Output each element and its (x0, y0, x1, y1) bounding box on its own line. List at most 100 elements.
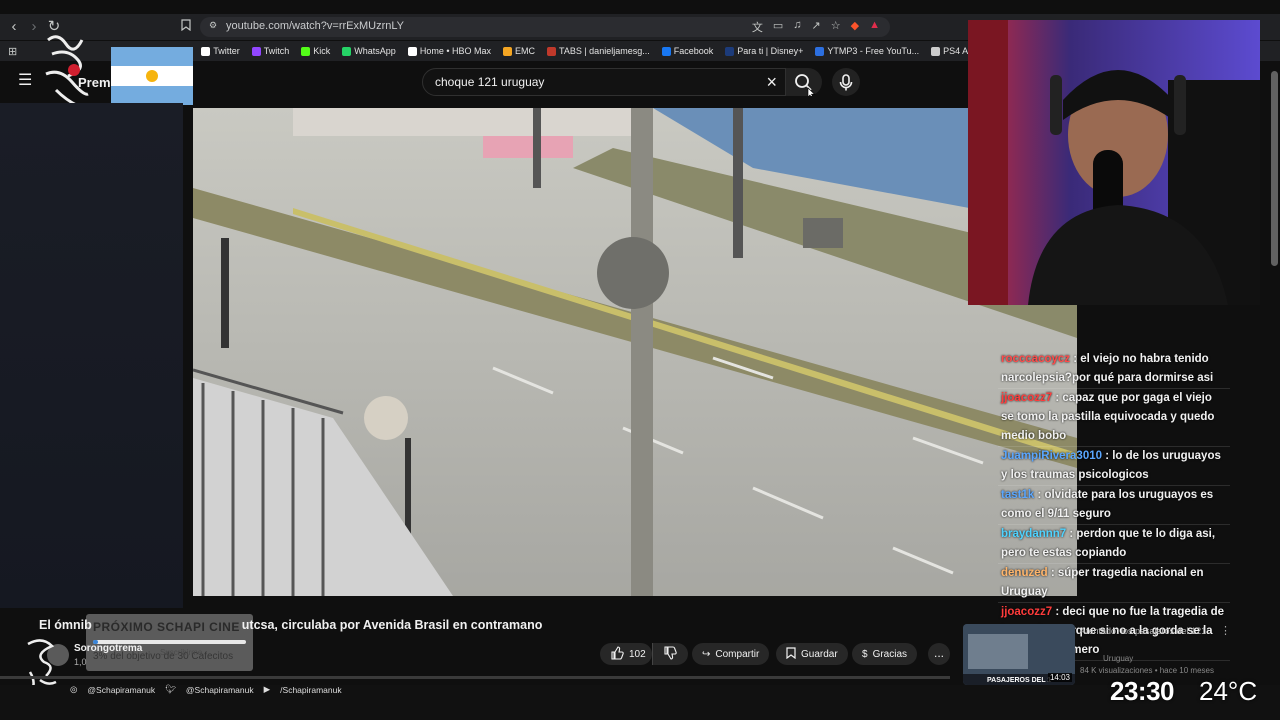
search-button[interactable] (786, 68, 822, 100)
clock: 23:30 (1110, 676, 1175, 706)
bookmark-label: Para ti | Disney+ (737, 46, 804, 56)
video-title: El ómnib utcsa, circulaba por Avenida Bra… (39, 618, 542, 632)
like-count: 102 (629, 648, 646, 660)
chat-message: braydannn7 : perdon que te lo diga asi, … (998, 525, 1230, 564)
chat-username: rocccacoycz (1001, 353, 1071, 365)
search-icon (795, 74, 816, 100)
temperature: 24°C (1199, 676, 1258, 706)
bookmark-item[interactable]: Twitter (201, 46, 240, 56)
instagram-icon: ◎ (70, 684, 78, 694)
recommended-thumbnail[interactable]: PASAJEROS DEL 1 14:03 (963, 624, 1075, 685)
cast-icon[interactable]: ▭ (773, 19, 783, 35)
search-query: choque 121 uruguay (435, 75, 545, 89)
share-icon[interactable]: ↗ (812, 19, 821, 35)
voice-search-button[interactable] (832, 68, 860, 96)
site-info-icon[interactable]: ⚙ (209, 20, 217, 31)
share-label: Compartir (715, 648, 760, 660)
url-text: youtube.com/watch?v=rrExMUzrnLY (226, 20, 405, 32)
page-scrollbar[interactable] (1269, 61, 1280, 685)
dislike-button[interactable] (652, 643, 688, 665)
video-title-end: utcsa, circulaba por Avenida Brasil en c… (241, 618, 543, 632)
thanks-label: Gracias (872, 648, 908, 660)
thumbs-down-icon (663, 645, 677, 663)
video-progress-track[interactable] (0, 676, 950, 679)
bookmark-label: Twitter (213, 46, 240, 56)
bookmark-favicon-icon (725, 46, 735, 56)
bookmark-favicon-icon (503, 46, 512, 56)
back-icon[interactable]: ‹ (4, 17, 24, 37)
bookmark-label: Facebook (673, 46, 714, 56)
bookmark-favicon-icon (201, 46, 211, 56)
bookmark-favicon-icon (931, 46, 941, 56)
like-button[interactable]: 102 (600, 643, 652, 665)
scrollbar-thumb[interactable] (1271, 71, 1278, 266)
chat-username: denuzed (1001, 567, 1048, 579)
chat-username: JuampiRivera3010 (1001, 450, 1103, 462)
bookmark-item[interactable]: Facebook (661, 46, 714, 56)
chat-username: braydannn7 (1001, 528, 1067, 540)
save-button[interactable]: Guardar (776, 643, 848, 665)
youtube-icon: ▶ (263, 684, 271, 694)
bookmark-favicon-icon (547, 46, 556, 56)
bookmark-label: Twitch (263, 46, 290, 56)
share-arrow-icon: ↪ (702, 648, 711, 660)
recommended-menu-icon[interactable]: ⋮ (1220, 624, 1231, 637)
thanks-icon: $ (862, 648, 868, 660)
apps-icon[interactable]: ⊞ (8, 45, 17, 58)
clear-search-icon[interactable]: × (766, 72, 777, 93)
more-actions-button[interactable]: ... (928, 643, 950, 665)
youtube-handle: /Schapiramanuk (280, 684, 342, 695)
menu-icon[interactable]: ☰ (18, 72, 36, 90)
chat-message: denuzed : súper tragedia nacional en Uru… (998, 564, 1230, 603)
bookmark-favicon-icon (251, 46, 261, 56)
social-handles: ◎ @Schapiramanuk 🐦︎ @Schapiramanuk ▶ /Sc… (70, 684, 342, 695)
bookmark-label: EMC (515, 46, 535, 56)
video-player[interactable] (193, 108, 1077, 596)
bookmark-label: Home • HBO Max (419, 46, 491, 56)
save-bookmark-icon (786, 646, 796, 662)
bookmark-item[interactable]: WhatsApp (342, 46, 396, 56)
rewards-icon[interactable]: ▲ (869, 19, 880, 35)
recommended-title[interactable]: Atentado: los pasajeros del 121 (1080, 626, 1220, 637)
thumbs-up-icon (610, 645, 624, 663)
left-dark-panel (0, 103, 183, 608)
channel-name[interactable]: Sorongotrema (74, 643, 142, 654)
bookmark-item[interactable]: Twitch (251, 46, 290, 56)
twitter-icon: 🐦︎ (165, 684, 176, 694)
save-label: Guardar (801, 648, 838, 660)
bookmark-label: YTMP3 - Free YouTu... (827, 46, 920, 56)
chat-message: tast1k : olvidate para los uruguayos es … (998, 486, 1230, 525)
bookmark-favicon-icon (815, 46, 825, 56)
search-input[interactable]: choque 121 uruguay × (422, 68, 786, 96)
media-icon[interactable]: ♫ (793, 19, 801, 35)
bookmark-item[interactable]: Kick (301, 46, 330, 56)
star-icon[interactable]: ☆ (831, 19, 841, 35)
streamer-webcam (968, 20, 1260, 305)
recommended-channel[interactable]: Uruguay (1103, 654, 1133, 663)
channel-subscribers: 1,0 (74, 657, 87, 667)
thumb-caption: PASAJEROS DEL 1 (987, 677, 1052, 684)
instagram-handle: @Schapiramanuk (87, 684, 156, 695)
brave-shield-icon[interactable]: ◆ (851, 19, 859, 35)
bookmark-favicon-icon (407, 46, 417, 56)
bookmark-favicon-icon (661, 46, 671, 56)
bookmark-item[interactable]: EMC (503, 46, 535, 56)
chat-message: jjoacozz7 : capaz que por gaga el viejo … (998, 389, 1230, 447)
address-bar[interactable]: ⚙ youtube.com/watch?v=rrExMUzrnLY 文 ▭ ♫ … (200, 17, 890, 37)
share-button[interactable]: ↪ Compartir (692, 643, 770, 665)
bookmark-icon[interactable] (176, 17, 196, 37)
bookmark-item[interactable]: TABS | danieljamesg... (547, 46, 650, 56)
video-title-start: El ómnib (39, 618, 92, 632)
chat-username: jjoacozz7 (1001, 392, 1053, 404)
bookmark-item[interactable]: Para ti | Disney+ (725, 46, 803, 56)
bookmark-label: WhatsApp (354, 46, 396, 56)
thanks-button[interactable]: $ Gracias (852, 643, 918, 665)
stream-chat: rocccacoycz : el viejo no habra tenido n… (998, 350, 1230, 661)
chat-username: tast1k (1001, 489, 1035, 501)
bookmark-item[interactable]: YTMP3 - Free YouTu... (815, 46, 919, 56)
twitter-handle: @Schapiramanuk (185, 684, 254, 695)
translate-icon[interactable]: 文 (752, 19, 763, 35)
chat-username: jjoacozz7 (1001, 606, 1053, 618)
bookmark-item[interactable]: Home • HBO Max (407, 46, 491, 56)
streamer-graffiti-logo (45, 35, 89, 108)
